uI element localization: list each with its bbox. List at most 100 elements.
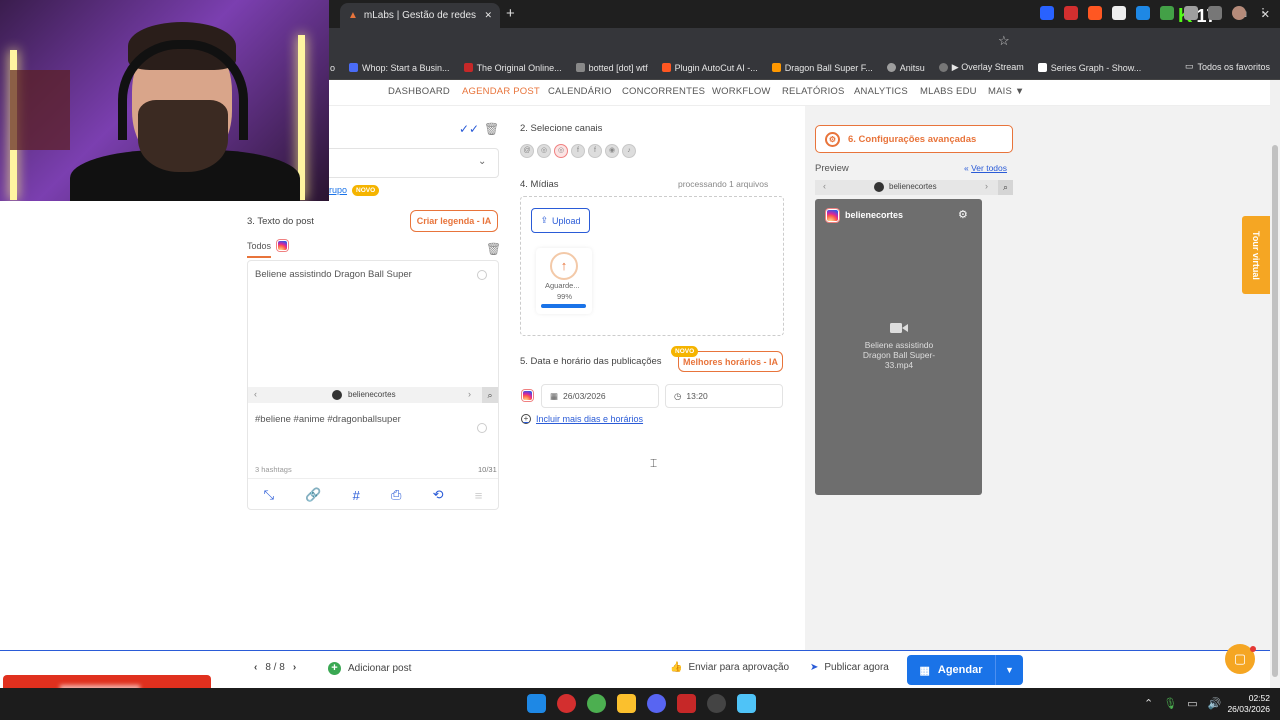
taskbar-clock[interactable]: 02:52 26/03/2026: [1226, 693, 1270, 715]
trash-icon[interactable]: 🗑: [484, 122, 499, 136]
search-icon[interactable]: ⌕: [482, 387, 498, 403]
new-tab-button[interactable]: +: [506, 5, 515, 22]
folder-icon: ▭: [1184, 61, 1194, 71]
channel-instagram-icon[interactable]: ◎: [554, 144, 568, 158]
link-icon[interactable]: 🔗: [305, 487, 321, 503]
channel-facebook-alt-icon[interactable]: f: [588, 144, 602, 158]
nav-calendario[interactable]: CALENDÁRIO: [548, 86, 612, 97]
bookmark-item[interactable]: Series Graph - Show...: [1037, 63, 1141, 73]
incluir-mais-link[interactable]: + Incluir mais dias e horários: [521, 414, 643, 424]
tour-virtual-button[interactable]: Tour virtual: [1242, 216, 1270, 294]
add-post-button[interactable]: + Adicionar post: [328, 662, 411, 675]
search-icon[interactable]: ⌕: [998, 180, 1013, 195]
channel-tiktok-icon[interactable]: ♪: [622, 144, 636, 158]
scrollbar-thumb[interactable]: [1272, 145, 1278, 677]
extension-icon[interactable]: [1064, 6, 1078, 20]
profile-avatar[interactable]: [1232, 6, 1246, 20]
bookmark-item[interactable]: Dragon Ball Super F...: [771, 63, 873, 73]
tab-title: mLabs | Gestão de redes sociais: [363, 10, 479, 21]
tab-close-icon[interactable]: ✕: [484, 10, 492, 21]
shrink-icon[interactable]: ⤡: [264, 487, 274, 503]
send-approval-button[interactable]: 👍 Enviar para aprovação: [670, 662, 789, 673]
date-input[interactable]: ▦ 26/03/2026: [541, 384, 659, 408]
chevron-left-icon[interactable]: ‹: [254, 389, 257, 399]
channel-facebook-icon[interactable]: f: [571, 144, 585, 158]
emoji-icon[interactable]: [477, 423, 487, 433]
channel-threads-icon[interactable]: @: [520, 144, 534, 158]
chevron-right-icon[interactable]: ›: [468, 389, 471, 399]
emoji-icon[interactable]: [477, 270, 487, 280]
bookmark-item[interactable]: Anitsu: [886, 63, 925, 73]
obs-icon[interactable]: [707, 694, 726, 713]
bookmark-star-icon[interactable]: ☆: [998, 33, 1010, 49]
extension-icon[interactable]: [1136, 6, 1150, 20]
hashtags-input[interactable]: #beliene #anime #dragonballsuper: [255, 414, 401, 425]
extension-icon[interactable]: [1112, 6, 1126, 20]
trash-icon[interactable]: 🗑: [486, 242, 501, 256]
prev-post-icon[interactable]: ‹: [254, 662, 257, 673]
bookmark-item[interactable]: ▶ Overlay Stream: [938, 62, 1024, 73]
opera-gx-icon[interactable]: [557, 694, 576, 713]
bookmark-item[interactable]: Whop: Start a Busin...: [349, 63, 450, 73]
chevron-right-icon[interactable]: ›: [985, 181, 988, 191]
nav-mais[interactable]: MAIS ▼: [988, 86, 1024, 97]
discord-icon[interactable]: [647, 694, 666, 713]
nav-dashboard[interactable]: DASHBOARD: [388, 86, 450, 97]
file-upload-icon[interactable]: ⎙: [391, 487, 401, 503]
extension-icon[interactable]: [1160, 6, 1174, 20]
windows-start-icon[interactable]: [527, 694, 546, 713]
chrome-icon[interactable]: [587, 694, 606, 713]
schedule-button[interactable]: ▦ Agendar ▼: [907, 655, 1023, 685]
upload-icon: ⇪: [540, 215, 548, 225]
more-vert-icon[interactable]: ⋮: [1256, 6, 1270, 20]
file-explorer-icon[interactable]: [617, 694, 636, 713]
tab-todos[interactable]: Todos: [247, 241, 271, 251]
grupo-link[interactable]: rupo: [329, 185, 347, 195]
time-input[interactable]: ◷ 13:20: [665, 384, 783, 408]
volume-icon[interactable]: 🔊: [1208, 697, 1222, 710]
repeat-icon[interactable]: ⟲: [433, 487, 444, 503]
notepad-icon[interactable]: [737, 694, 756, 713]
menu-icon[interactable]: [1208, 6, 1222, 20]
upload-button[interactable]: ⇪ Upload: [531, 208, 590, 233]
criar-legenda-button[interactable]: Criar legenda - IA: [410, 210, 498, 232]
voicemeeter-icon[interactable]: [677, 694, 696, 713]
check-all-icon[interactable]: ✓✓: [459, 122, 479, 136]
nav-workflow[interactable]: WORKFLOW: [712, 86, 771, 97]
section-5-title: 5. Data e horário das publicações: [520, 356, 662, 367]
settings-icon[interactable]: ⚙: [958, 208, 968, 221]
hashtag-icon[interactable]: #: [353, 488, 360, 503]
instagram-icon[interactable]: [277, 240, 288, 251]
clock-date: 26/03/2026: [1227, 704, 1270, 714]
bookmark-item[interactable]: botted [dot] wtf: [575, 63, 648, 73]
group-select[interactable]: [329, 148, 499, 178]
next-post-icon[interactable]: ›: [293, 662, 296, 673]
bookmark-item[interactable]: The Original Online...: [463, 63, 562, 73]
nav-concorrentes[interactable]: CONCORRENTES: [622, 86, 705, 97]
bookmark-partial[interactable]: o: [330, 63, 335, 73]
plus-icon: +: [328, 662, 341, 675]
channel-google-icon[interactable]: ◉: [605, 144, 619, 158]
align-icon[interactable]: ≡: [475, 488, 483, 503]
puzzle-icon[interactable]: [1184, 6, 1198, 20]
extension-icon[interactable]: [1040, 6, 1054, 20]
all-bookmarks[interactable]: ▭ Todos os favoritos: [1185, 61, 1270, 72]
advanced-settings-button[interactable]: ⚙ 6. Configurações avançadas: [815, 125, 1013, 153]
novo-badge: NOVO: [671, 346, 699, 357]
publish-now-button[interactable]: ➤ Publicar agora: [810, 662, 889, 673]
bookmark-item[interactable]: Plugin AutoCut AI -...: [661, 63, 758, 73]
ver-todos-link[interactable]: « Ver todos: [964, 163, 1007, 173]
extension-icon[interactable]: [1088, 6, 1102, 20]
chevron-up-icon[interactable]: ⌃: [1144, 697, 1153, 710]
microphone-icon[interactable]: 🎙: [1163, 697, 1177, 710]
nav-agendar-post[interactable]: AGENDAR POST: [462, 86, 540, 97]
chevron-left-icon[interactable]: ‹: [823, 181, 826, 191]
post-text-input[interactable]: Beliene assistindo Dragon Ball Super: [255, 269, 412, 280]
channel-instagram-gray-icon[interactable]: ◎: [537, 144, 551, 158]
nav-relatorios[interactable]: RELATÓRIOS: [782, 86, 845, 97]
nav-mlabs-edu[interactable]: MLABS EDU: [920, 86, 977, 97]
browser-tab[interactable]: ▲ mLabs | Gestão de redes sociais ✕: [340, 3, 500, 28]
nav-analytics[interactable]: ANALYTICS: [854, 86, 908, 97]
network-icon[interactable]: ▭: [1187, 697, 1197, 710]
chevron-down-icon[interactable]: ▼: [995, 655, 1023, 685]
